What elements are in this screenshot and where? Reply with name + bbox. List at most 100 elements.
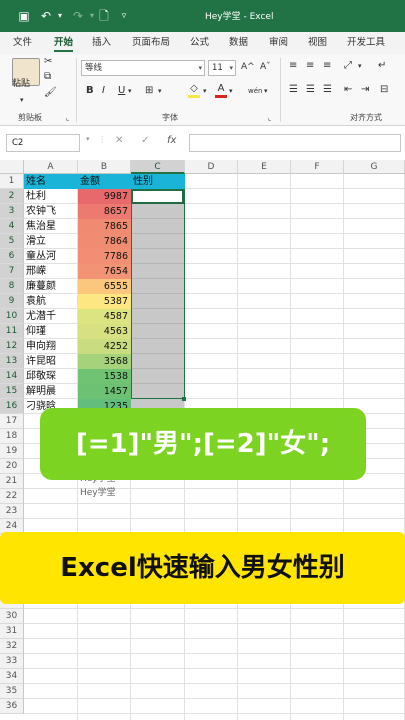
amount-cell[interactable]: 1457 <box>78 384 131 399</box>
gender-cell[interactable] <box>131 309 184 324</box>
shrink-font-button[interactable]: Aˇ <box>260 61 271 73</box>
column-header-a[interactable]: A <box>24 160 78 174</box>
gender-cell[interactable] <box>131 354 184 369</box>
amount-cell[interactable]: 4563 <box>78 324 131 339</box>
gender-cell[interactable] <box>131 369 184 384</box>
row-header[interactable]: 11 <box>0 324 24 339</box>
bold-button[interactable]: B <box>86 85 94 97</box>
fill-handle[interactable] <box>182 397 186 401</box>
amount-cell[interactable]: 5387 <box>78 294 131 309</box>
phonetic-button[interactable]: wén <box>248 85 262 97</box>
name-cell[interactable]: 许昆昭 <box>26 354 78 369</box>
namebox-dropdown-icon[interactable]: ▾ <box>86 135 90 143</box>
tab-2[interactable]: 插入 <box>92 34 111 48</box>
name-cell[interactable]: 邢嵘 <box>26 264 78 279</box>
amount-cell[interactable]: 4587 <box>78 309 131 324</box>
name-cell[interactable]: 滑立 <box>26 234 78 249</box>
name-cell[interactable]: 农钟飞 <box>26 204 78 219</box>
amount-cell[interactable]: 7654 <box>78 264 131 279</box>
name-cell[interactable]: 袁航 <box>26 294 78 309</box>
undo-dropdown-icon[interactable]: ▾ <box>52 8 68 24</box>
amount-cell[interactable]: 7865 <box>78 219 131 234</box>
row-header[interactable]: 22 <box>0 489 24 504</box>
column-header-d[interactable]: D <box>185 160 238 174</box>
formula-input[interactable] <box>189 134 401 152</box>
borders-icon[interactable]: ⊞ <box>145 85 153 97</box>
gender-cell[interactable] <box>131 264 184 279</box>
row-header[interactable]: 18 <box>0 429 24 444</box>
row-header[interactable]: 13 <box>0 354 24 369</box>
increase-indent-icon[interactable]: ⇥ <box>361 84 369 96</box>
tab-7[interactable]: 视图 <box>308 34 327 48</box>
name-cell[interactable]: 邱敬琛 <box>26 369 78 384</box>
gender-cell[interactable] <box>131 324 184 339</box>
phonetic-dropdown-icon[interactable]: ▾ <box>264 85 268 97</box>
enter-icon[interactable]: ✓ <box>141 135 149 146</box>
active-cell-c2[interactable] <box>131 189 184 204</box>
name-cell[interactable]: 解明晨 <box>26 384 78 399</box>
amount-cell[interactable]: 7864 <box>78 234 131 249</box>
borders-dropdown-icon[interactable]: ▾ <box>158 85 162 97</box>
tab-0[interactable]: 文件 <box>13 34 32 48</box>
row-header[interactable]: 12 <box>0 339 24 354</box>
underline-dropdown-icon[interactable]: ▾ <box>128 85 132 97</box>
row-header[interactable]: 32 <box>0 639 24 654</box>
amount-cell[interactable]: 1538 <box>78 369 131 384</box>
gender-cell[interactable] <box>131 204 184 219</box>
align-bottom-icon[interactable]: ≡ <box>323 60 331 72</box>
name-cell[interactable]: 廉蔓颜 <box>26 279 78 294</box>
row-header[interactable]: 9 <box>0 294 24 309</box>
row-header[interactable]: 23 <box>0 504 24 519</box>
tab-5[interactable]: 数据 <box>229 34 248 48</box>
align-middle-icon[interactable]: ≡ <box>306 60 314 72</box>
column-header-c[interactable]: C <box>131 160 185 174</box>
orientation-icon[interactable]: ⤢ <box>344 60 352 72</box>
orientation-dropdown-icon[interactable]: ▾ <box>358 60 362 72</box>
amount-cell[interactable]: 3568 <box>78 354 131 369</box>
merge-center-icon[interactable]: ⊟ <box>380 84 388 96</box>
row-header[interactable]: 8 <box>0 279 24 294</box>
row-header[interactable]: 7 <box>0 264 24 279</box>
align-top-icon[interactable]: ≡ <box>289 60 297 72</box>
wrap-text-icon[interactable]: ↵ <box>378 60 386 72</box>
amount-cell[interactable]: 7786 <box>78 249 131 264</box>
column-header-e[interactable]: E <box>238 160 291 174</box>
font-size-select[interactable]: 11 ▾ <box>208 60 236 76</box>
amount-cell[interactable]: 8657 <box>78 204 131 219</box>
row-header[interactable]: 6 <box>0 249 24 264</box>
row-header[interactable]: 2 <box>0 189 24 204</box>
align-left-icon[interactable]: ☰ <box>289 84 298 96</box>
row-header[interactable]: 5 <box>0 234 24 249</box>
gender-cell[interactable] <box>131 219 184 234</box>
row-header[interactable]: 19 <box>0 444 24 459</box>
gender-cell[interactable] <box>131 384 184 399</box>
fill-color-icon[interactable]: ◇ <box>188 83 200 98</box>
row-header[interactable]: 31 <box>0 624 24 639</box>
amount-cell[interactable]: 4252 <box>78 339 131 354</box>
font-launcher-icon[interactable]: ⌞ <box>268 112 271 124</box>
font-name-select[interactable]: 等线 ▾ <box>81 60 205 76</box>
header-gender-cell[interactable]: 性别 <box>131 174 185 189</box>
name-box[interactable]: C2 <box>6 134 80 152</box>
tab-4[interactable]: 公式 <box>190 34 209 48</box>
gender-cell[interactable] <box>131 249 184 264</box>
row-header[interactable]: 34 <box>0 669 24 684</box>
name-cell[interactable]: 尤潜千 <box>26 309 78 324</box>
paste-dropdown-icon[interactable]: ▾ <box>20 94 24 106</box>
row-header[interactable]: 14 <box>0 369 24 384</box>
row-header[interactable]: 30 <box>0 609 24 624</box>
row-header[interactable]: 36 <box>0 699 24 714</box>
row-header[interactable]: 3 <box>0 204 24 219</box>
name-cell[interactable]: 童丛河 <box>26 249 78 264</box>
row-header[interactable]: 1 <box>0 174 24 189</box>
row-header[interactable]: 4 <box>0 219 24 234</box>
header-name-cell[interactable]: 姓名 <box>24 174 78 189</box>
row-header[interactable]: 33 <box>0 654 24 669</box>
gender-cell[interactable] <box>131 294 184 309</box>
column-header-f[interactable]: F <box>291 160 344 174</box>
cancel-icon[interactable]: ✕ <box>115 135 123 146</box>
row-header[interactable]: 17 <box>0 414 24 429</box>
tab-3[interactable]: 页面布局 <box>132 34 170 48</box>
customize-qat-icon[interactable]: ▿ <box>116 8 132 24</box>
row-header[interactable]: 21 <box>0 474 24 489</box>
